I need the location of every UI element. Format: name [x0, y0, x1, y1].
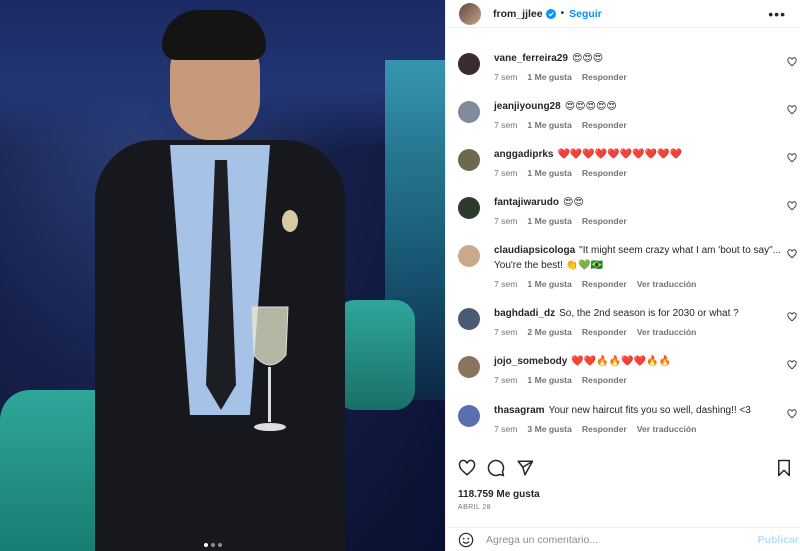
header-separator: • [560, 8, 565, 19]
reply-button[interactable]: Responder [582, 166, 627, 181]
comment-likes[interactable]: 3 Me gusta [527, 422, 571, 437]
commenter-avatar[interactable] [458, 101, 480, 123]
comment-likes[interactable]: 1 Me gusta [527, 373, 571, 388]
comment-text: 😍😍 [563, 197, 584, 208]
photo-wine-glass [251, 306, 289, 431]
like-comment-heart-icon[interactable] [787, 249, 797, 259]
like-comment-heart-icon[interactable] [787, 409, 797, 419]
commenter-avatar[interactable] [458, 149, 480, 171]
comment-age[interactable]: 7 sem [494, 422, 517, 437]
reply-button[interactable]: Responder [582, 277, 627, 292]
like-comment-heart-icon[interactable] [787, 312, 797, 322]
post-actions-bar [458, 459, 793, 479]
comment-bubble-icon[interactable] [487, 459, 505, 477]
see-translation-button[interactable]: Ver traducción [637, 422, 697, 437]
comment-age[interactable]: 7 sem [494, 277, 517, 292]
like-comment-heart-icon[interactable] [787, 153, 797, 163]
comment-likes[interactable]: 1 Me gusta [527, 118, 571, 133]
comment-text: ❤️❤️❤️❤️❤️❤️❤️❤️❤️❤️ [557, 149, 682, 160]
comment-age[interactable]: 7 sem [494, 373, 517, 388]
like-comment-heart-icon[interactable] [787, 201, 797, 211]
save-bookmark-icon[interactable] [775, 459, 793, 477]
post-date: ABRIL 28 [458, 504, 491, 511]
comment-input[interactable] [486, 533, 746, 546]
commenter-avatar[interactable] [458, 308, 480, 330]
commenter-username[interactable]: jeanjiyoung28 [494, 101, 561, 112]
post-details-panel: from_jjlee • Seguir ••• vane_ferreira29 😍… [445, 0, 800, 551]
carousel-dots [204, 543, 222, 547]
commenter-username[interactable]: thasagram [494, 405, 545, 416]
add-comment-bar: Publicar [446, 527, 800, 551]
follow-button[interactable]: Seguir [569, 8, 602, 20]
photo-chair-right [335, 300, 415, 410]
comment-likes[interactable]: 2 Me gusta [527, 325, 571, 340]
like-comment-heart-icon[interactable] [787, 57, 797, 67]
like-comment-heart-icon[interactable] [787, 105, 797, 115]
comment-likes[interactable]: 1 Me gusta [527, 166, 571, 181]
commenter-avatar[interactable] [458, 197, 480, 219]
commenter-username[interactable]: claudiapsicologa [494, 245, 575, 256]
commenter-username[interactable]: fantajiwarudo [494, 197, 559, 208]
comment-age[interactable]: 7 sem [494, 118, 517, 133]
photo-brooch [282, 210, 298, 232]
comment-age[interactable]: 7 sem [494, 325, 517, 340]
reply-button[interactable]: Responder [582, 373, 627, 388]
comment-likes[interactable]: 1 Me gusta [527, 70, 571, 85]
comment-age[interactable]: 7 sem [494, 70, 517, 85]
emoji-icon[interactable] [458, 532, 474, 548]
author-avatar[interactable] [459, 2, 481, 25]
commenter-username[interactable]: baghdadi_dz [494, 308, 555, 319]
commenter-avatar[interactable] [458, 53, 480, 75]
reply-button[interactable]: Responder [582, 422, 627, 437]
commenter-avatar[interactable] [458, 245, 480, 267]
post-photo[interactable] [0, 0, 445, 551]
commenter-username[interactable]: vane_ferreira29 [494, 53, 568, 64]
commenter-username[interactable]: jojo_somebody [494, 356, 567, 367]
like-comment-heart-icon[interactable] [787, 360, 797, 370]
comment-text: So, the 2nd season is for 2030 or what ? [559, 308, 739, 319]
comment-age[interactable]: 7 sem [494, 214, 517, 229]
carousel-dot [211, 543, 215, 547]
author-username[interactable]: from_jjlee [493, 8, 543, 20]
comment-text: ❤️❤️🔥🔥❤️❤️🔥🔥 [571, 356, 671, 367]
comment-likes[interactable]: 1 Me gusta [527, 214, 571, 229]
share-send-icon[interactable] [516, 459, 534, 477]
carousel-dot [204, 543, 208, 547]
comment-text: 😍😍😍😍😍 [564, 101, 617, 112]
post-comment-button[interactable]: Publicar [758, 534, 799, 546]
reply-button[interactable]: Responder [582, 214, 627, 229]
reply-button[interactable]: Responder [582, 70, 627, 85]
commenter-avatar[interactable] [458, 356, 480, 378]
see-translation-button[interactable]: Ver traducción [637, 277, 697, 292]
commenter-username[interactable]: anggadiprks [494, 149, 553, 160]
likes-count[interactable]: 118.759 Me gusta [458, 489, 540, 500]
more-options-icon[interactable]: ••• [768, 6, 786, 22]
commenter-avatar[interactable] [458, 405, 480, 427]
carousel-dot [218, 543, 222, 547]
like-heart-icon[interactable] [458, 459, 476, 477]
verified-badge-icon [545, 8, 556, 19]
comment-age[interactable]: 7 sem [494, 166, 517, 181]
post-header: from_jjlee • Seguir ••• [446, 0, 800, 28]
reply-button[interactable]: Responder [582, 325, 627, 340]
comment-likes[interactable]: 1 Me gusta [527, 277, 571, 292]
comment-text: 😍😍😍 [571, 53, 604, 64]
comment-text: Your new haircut fits you so well, dashi… [548, 405, 751, 416]
reply-button[interactable]: Responder [582, 118, 627, 133]
photo-hair [162, 10, 266, 60]
see-translation-button[interactable]: Ver traducción [637, 325, 697, 340]
